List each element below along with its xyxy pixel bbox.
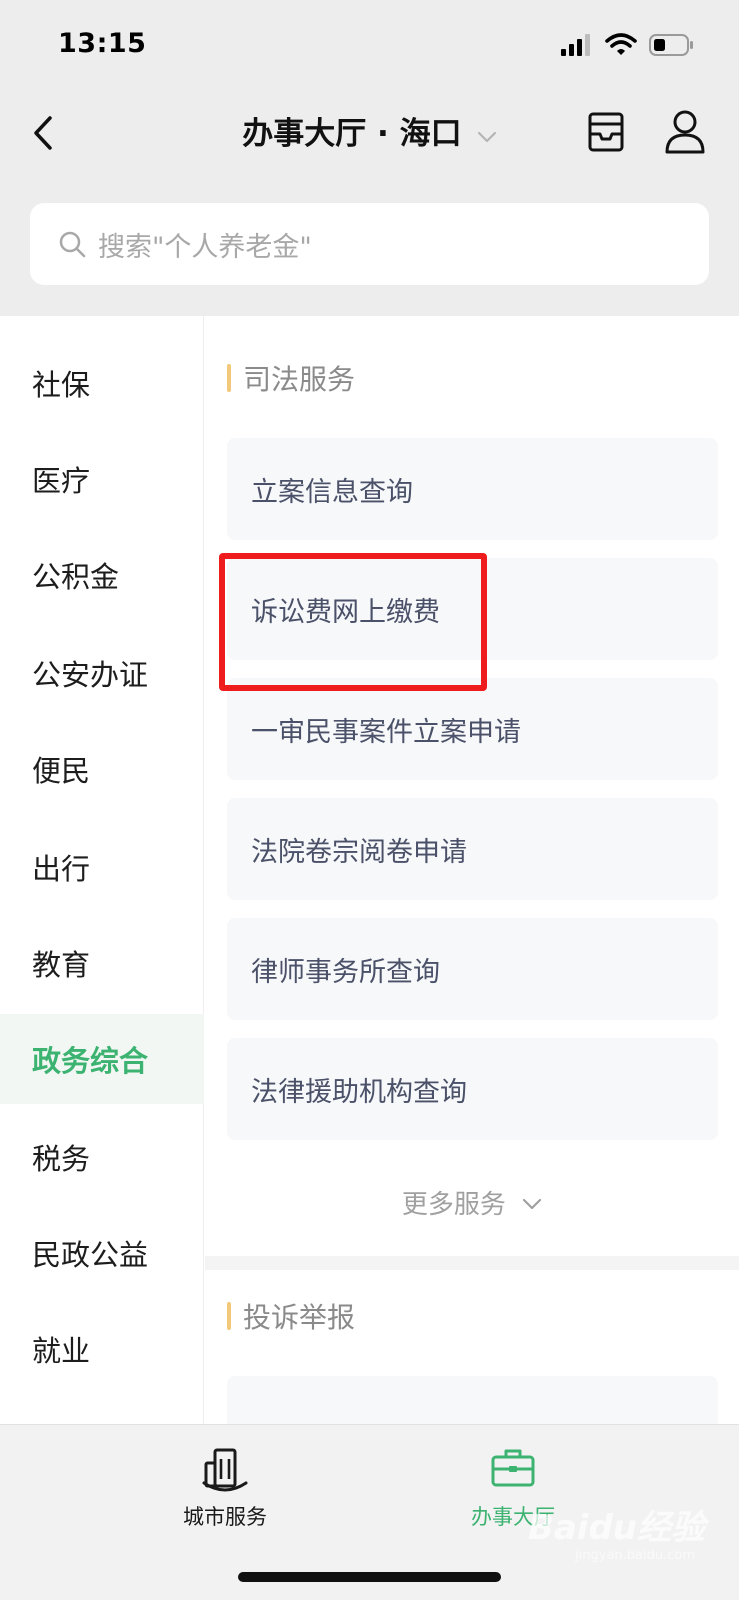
sidebar-item-label: 公积金 — [32, 560, 120, 594]
sidebar-item-civil-affairs[interactable]: 民政公益 — [0, 1208, 204, 1298]
highlight-annotation-box — [219, 553, 487, 691]
search-placeholder: 搜索"个人养老金" — [98, 231, 312, 263]
sidebar-item-label: 社保 — [32, 368, 91, 402]
sidebar-item-label: 医疗 — [32, 464, 91, 498]
sidebar-item-housing-fund[interactable]: 公积金 — [0, 530, 204, 620]
sidebar-item-education[interactable]: 教育 — [0, 918, 204, 1008]
battery-icon — [649, 34, 693, 56]
section-title-text: 投诉举报 — [243, 1301, 356, 1334]
category-sidebar: 社保 医疗 公积金 公安办证 便民 出行 教育 政务综合 税务 民政公益 就业 — [0, 316, 204, 1424]
status-icons — [561, 32, 695, 58]
user-profile-button[interactable] — [664, 108, 706, 154]
sidebar-item-label: 税务 — [32, 1142, 91, 1176]
service-court-file-review[interactable]: 法院卷宗阅卷申请 — [227, 798, 718, 900]
service-label: 一审民事案件立案申请 — [251, 716, 521, 748]
section-accent-bar — [227, 364, 231, 392]
city-buildings-icon — [202, 1448, 248, 1492]
search-icon — [59, 231, 86, 258]
section-title-text: 司法服务 — [243, 363, 356, 396]
inbox-button[interactable] — [586, 110, 626, 154]
section-divider — [205, 1256, 739, 1270]
baidu-watermark-url: jingyan.baidu.com — [575, 1548, 695, 1563]
sidebar-item-label: 政务综合 — [32, 1044, 149, 1078]
service-label: 立案信息查询 — [251, 476, 413, 508]
sidebar-item-employment[interactable]: 就业 — [0, 1304, 204, 1394]
section-title-judicial: 司法服务 — [227, 358, 355, 398]
sidebar-item-label: 教育 — [32, 948, 91, 982]
sidebar-item-police-certificates[interactable]: 公安办证 — [0, 628, 204, 718]
chevron-down-icon — [523, 1198, 542, 1209]
sidebar-item-label: 出行 — [32, 852, 91, 886]
city-selector[interactable]: 办事大厅 · 海口 — [0, 108, 739, 153]
inbox-icon — [588, 112, 624, 152]
nav-bar: 办事大厅 · 海口 — [0, 90, 739, 176]
tab-label: 城市服务 — [183, 1505, 267, 1529]
chevron-down-icon — [477, 131, 496, 142]
home-indicator[interactable] — [238, 1572, 501, 1582]
sidebar-item-medical[interactable]: 医疗 — [0, 434, 204, 524]
sidebar-item-label: 公安办证 — [32, 658, 149, 692]
sidebar-item-label: 民政公益 — [32, 1238, 149, 1272]
more-services-label: 更多服务 — [401, 1190, 506, 1220]
sidebar-item-travel[interactable]: 出行 — [0, 822, 204, 912]
service-civil-case-filing[interactable]: 一审民事案件立案申请 — [227, 678, 718, 780]
more-services-link[interactable]: 更多服务 — [205, 1184, 739, 1221]
content-panel: 社保 医疗 公积金 公安办证 便民 出行 教育 政务综合 税务 民政公益 就业 … — [0, 316, 739, 1424]
sidebar-item-convenience[interactable]: 便民 — [0, 724, 204, 814]
status-bar: 13:15 — [0, 0, 739, 90]
sidebar-item-tax[interactable]: 税务 — [0, 1112, 204, 1202]
sidebar-item-label: 便民 — [32, 754, 91, 788]
tab-city-services[interactable]: 城市服务 — [145, 1445, 305, 1531]
section-accent-bar — [227, 1302, 231, 1330]
user-icon — [665, 110, 705, 154]
sidebar-item-label: 就业 — [32, 1334, 91, 1368]
wifi-icon — [605, 33, 637, 55]
sidebar-item-government-affairs[interactable]: 政务综合 — [0, 1014, 204, 1104]
service-card-partial[interactable] — [227, 1376, 718, 1424]
page-title: 办事大厅 · 海口 — [242, 116, 462, 152]
search-input[interactable]: 搜索"个人养老金" — [30, 203, 709, 285]
service-law-firm-query[interactable]: 律师事务所查询 — [227, 918, 718, 1020]
service-label: 法院卷宗阅卷申请 — [251, 836, 467, 868]
service-label: 律师事务所查询 — [251, 956, 440, 988]
baidu-watermark: Baidu经验 — [527, 1508, 705, 1548]
service-legal-aid-query[interactable]: 法律援助机构查询 — [227, 1038, 718, 1140]
status-time: 13:15 — [58, 28, 147, 59]
service-case-info-query[interactable]: 立案信息查询 — [227, 438, 718, 540]
services-pane: 司法服务 立案信息查询 诉讼费网上缴费 一审民事案件立案申请 法院卷宗阅卷申请 … — [205, 316, 739, 1424]
cellular-signal-icon — [561, 34, 590, 56]
sidebar-item-social-security[interactable]: 社保 — [0, 338, 204, 428]
section-title-complaints: 投诉举报 — [227, 1296, 355, 1336]
service-label: 法律援助机构查询 — [251, 1076, 467, 1108]
briefcase-icon — [491, 1449, 535, 1487]
